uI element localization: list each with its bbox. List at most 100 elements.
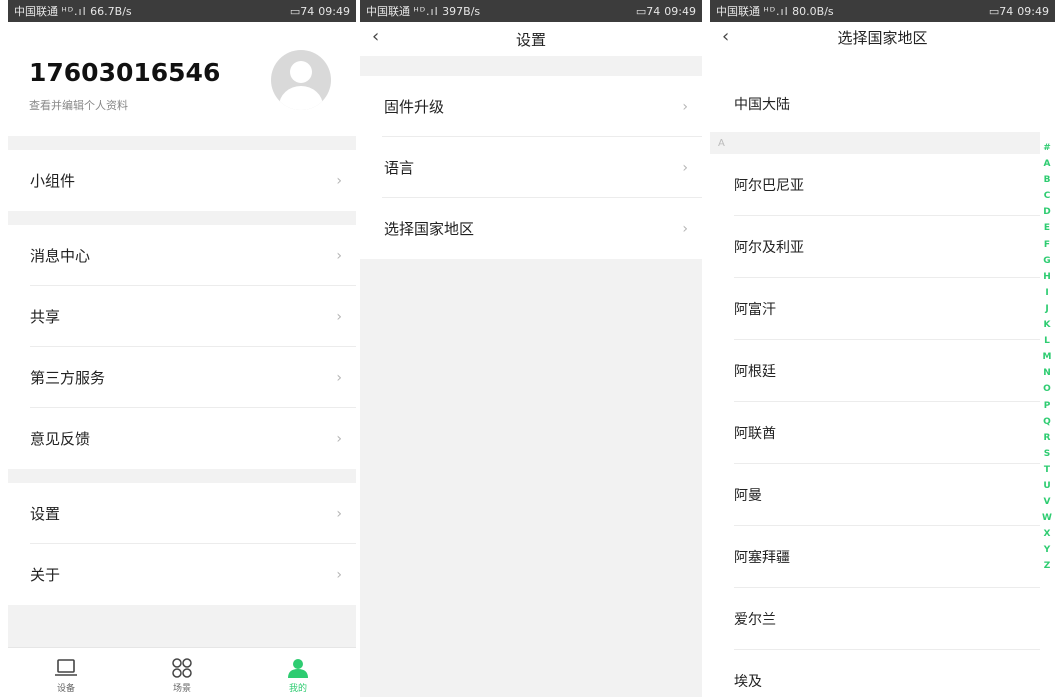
menu-item-label: 共享	[30, 308, 61, 326]
index-letter[interactable]: O	[1043, 381, 1051, 397]
tab-devices[interactable]: 设备	[8, 648, 124, 697]
index-letter[interactable]: U	[1043, 478, 1050, 494]
index-letter[interactable]: M	[1043, 349, 1052, 365]
country-item[interactable]: 阿根廷	[710, 340, 1040, 402]
country-item[interactable]: 阿曼	[710, 464, 1040, 526]
country-label: 阿塞拜疆	[734, 550, 790, 566]
country-list: 阿尔巴尼亚 阿尔及利亚 阿富汗阿根廷阿联酋 阿曼阿塞拜疆爱尔兰埃及	[710, 154, 1055, 697]
country-label: 中国大陆	[734, 97, 790, 113]
phone-number: 17603016546	[29, 58, 221, 87]
country-label: 埃及	[734, 674, 762, 690]
chevron-right-icon: ›	[682, 220, 688, 237]
country-item[interactable]: 阿尔及利亚	[710, 216, 1040, 278]
menu-item-label: 第三方服务	[30, 369, 106, 387]
battery-level: 74	[300, 4, 315, 18]
battery-level: 74	[646, 4, 661, 18]
menu-item-settings[interactable]: 设置 ›	[8, 483, 356, 544]
country-item[interactable]: 爱尔兰	[710, 588, 1040, 650]
index-letter[interactable]: F	[1044, 237, 1050, 253]
section-header-a: A	[710, 132, 1040, 154]
laptop-icon	[55, 659, 77, 676]
country-item[interactable]: 埃及	[710, 650, 1040, 697]
index-letter[interactable]: J	[1045, 301, 1048, 317]
country-item[interactable]: 阿富汗	[710, 278, 1040, 340]
index-letter[interactable]: Y	[1044, 542, 1051, 558]
menu-item-widgets[interactable]: 小组件 ›	[8, 150, 356, 211]
country-item[interactable]: 阿塞拜疆	[710, 526, 1040, 588]
chevron-right-icon: ›	[682, 159, 688, 176]
screen-region-select: 中国联通 ᴴᴰ.ıl 80.0B/s ▭74 09:49 ‹ 选择国家地区 中国…	[710, 0, 1055, 697]
back-arrow-icon[interactable]: ‹	[372, 26, 379, 47]
settings-item-region[interactable]: 选择国家地区 ›	[360, 198, 702, 259]
chevron-right-icon: ›	[336, 505, 342, 522]
index-letter[interactable]: G	[1043, 253, 1050, 269]
index-letter[interactable]: D	[1043, 204, 1050, 220]
tab-mine[interactable]: 我的	[240, 648, 356, 697]
index-letter[interactable]: B	[1044, 172, 1051, 188]
index-letter[interactable]: N	[1043, 365, 1051, 381]
network-speed: 66.7B/s	[90, 5, 132, 18]
index-letter[interactable]: I	[1045, 285, 1048, 301]
index-letter[interactable]: T	[1044, 462, 1050, 478]
index-letter[interactable]: S	[1044, 446, 1050, 462]
country-label: 阿根廷	[734, 364, 776, 380]
avatar-placeholder-icon[interactable]	[271, 50, 331, 110]
carrier-label: 中国联通	[716, 5, 760, 18]
divider	[8, 211, 356, 225]
menu-item-label: 小组件	[30, 172, 76, 190]
menu-item-share[interactable]: 共享 ›	[8, 286, 356, 347]
signal-icon: ᴴᴰ.ıl	[763, 5, 789, 18]
menu-item-about[interactable]: 关于 ›	[8, 544, 356, 605]
battery-level: 74	[999, 4, 1014, 18]
index-letter[interactable]: Z	[1044, 558, 1051, 574]
screen-settings: 中国联通 ᴴᴰ.ıl 397B/s ▭74 09:49 ‹ 设置 固件升级 › …	[360, 0, 702, 697]
battery-icon: ▭74	[289, 4, 315, 18]
country-item-mainland[interactable]: 中国大陆	[710, 76, 1040, 132]
clock: 09:49	[664, 4, 696, 18]
index-letter[interactable]: E	[1044, 220, 1050, 236]
settings-item-language[interactable]: 语言 ›	[360, 137, 702, 198]
index-letter[interactable]: K	[1044, 317, 1051, 333]
clock: 09:49	[1017, 4, 1049, 18]
settings-item-label: 选择国家地区	[384, 220, 475, 238]
carrier-label: 中国联通	[14, 5, 58, 18]
index-letter[interactable]: #	[1043, 140, 1051, 156]
index-letter[interactable]: R	[1044, 430, 1051, 446]
tab-label: 设备	[56, 684, 75, 694]
page-title: 选择国家地区	[837, 28, 928, 47]
battery-icon: ▭74	[988, 4, 1014, 18]
settings-item-firmware[interactable]: 固件升级 ›	[360, 76, 702, 137]
index-letter[interactable]: X	[1044, 526, 1051, 542]
index-letter[interactable]: A	[1044, 156, 1051, 172]
person-icon	[288, 659, 308, 678]
menu-item-messages[interactable]: 消息中心 ›	[8, 225, 356, 286]
country-item[interactable]: 阿联酋	[710, 402, 1040, 464]
network-speed: 397B/s	[442, 5, 481, 18]
tab-label: 场景	[172, 684, 191, 694]
status-bar: 中国联通 ᴴᴰ.ıl 80.0B/s ▭74 09:49	[710, 0, 1055, 22]
index-letter[interactable]: H	[1043, 269, 1051, 285]
screen-profile: 中国联通 ᴴᴰ.ıl 66.7B/s ▭74 09:49 17603016546…	[8, 0, 356, 697]
index-letter[interactable]: W	[1042, 510, 1052, 526]
index-letter[interactable]: P	[1044, 398, 1051, 414]
tab-label: 我的	[288, 684, 307, 694]
index-letter[interactable]: V	[1044, 494, 1051, 510]
edit-profile-link[interactable]: 查看并编辑个人资料	[29, 97, 128, 113]
chevron-right-icon: ›	[336, 247, 342, 264]
bottom-tab-bar: 设备 场景 我的	[8, 647, 356, 697]
index-letter[interactable]: Q	[1043, 414, 1051, 430]
index-letter[interactable]: C	[1044, 188, 1051, 204]
country-item[interactable]: 阿尔巴尼亚	[710, 154, 1040, 216]
menu-item-feedback[interactable]: 意见反馈 ›	[8, 408, 356, 469]
menu-item-third-party[interactable]: 第三方服务 ›	[8, 347, 356, 408]
menu-item-label: 意见反馈	[30, 430, 91, 448]
alphabet-index-bar[interactable]: # A B C D E F G H I J K L M N O P Q R S T U V W X Y Z	[1041, 140, 1053, 575]
index-letter[interactable]: L	[1044, 333, 1050, 349]
chevron-right-icon: ›	[682, 98, 688, 115]
tab-scenes[interactable]: 场景	[124, 648, 240, 697]
country-label: 爱尔兰	[734, 612, 776, 628]
chevron-right-icon: ›	[336, 172, 342, 189]
chevron-right-icon: ›	[336, 430, 342, 447]
profile-header[interactable]: 17603016546 查看并编辑个人资料	[8, 22, 356, 136]
menu-item-label: 关于	[30, 566, 61, 584]
